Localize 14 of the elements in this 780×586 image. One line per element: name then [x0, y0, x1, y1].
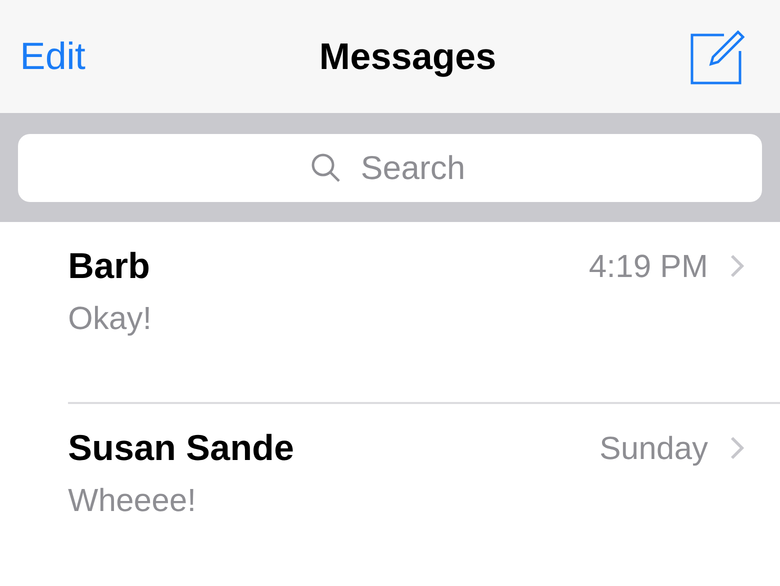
chevron-icon — [730, 254, 744, 278]
edit-button[interactable]: Edit — [20, 38, 86, 76]
compose-icon — [690, 28, 746, 84]
compose-button[interactable] — [690, 28, 746, 84]
chevron-icon — [730, 436, 744, 460]
message-preview: Okay! — [68, 299, 153, 338]
contact-name: Barb — [68, 244, 150, 288]
search-icon — [310, 152, 342, 184]
screen-title: Messages — [319, 38, 496, 75]
message-preview: Wheeee! — [68, 481, 198, 520]
message-time: 4:19 PM — [588, 250, 708, 282]
search-field[interactable]: Search — [18, 134, 762, 202]
message-time: Sunday — [599, 432, 708, 464]
contact-name: Susan Sande — [68, 426, 294, 470]
